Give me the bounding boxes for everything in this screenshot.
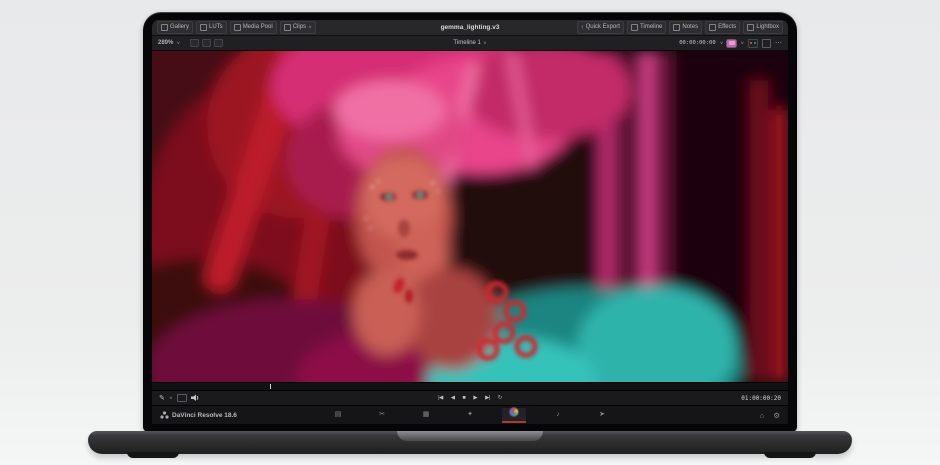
media-page-icon: ▤ [335,411,342,418]
image-wipe-icon[interactable] [727,40,736,47]
quick-export-button[interactable]: ↑ Quick Export [577,21,624,34]
media-pool-label: Media Pool [243,22,273,33]
fairlight-page-tab[interactable]: ♪ [553,407,563,423]
gallery-label: Gallery [170,22,189,33]
timeline-button[interactable]: Timeline [627,21,666,34]
effects-icon [709,24,716,31]
timeline-name: Timeline 1 [453,40,480,46]
timeline-icon [631,24,638,31]
app-version: DaVinci Resolve 18.6 [172,412,237,419]
edit-page-tab[interactable]: ▦ [421,407,431,423]
pen-tool-icon[interactable]: ✎ [159,394,165,402]
speaker-icon[interactable] [191,394,200,402]
chevron-down-icon: ∨ [483,41,487,45]
chevron-down-icon: ∨ [740,41,744,45]
photo-portrait [152,51,788,382]
color-page-tab[interactable] [509,407,519,423]
system-buttons: ⌂ ⚙ [760,411,780,420]
viewer-right-tools: 00:00:00:00 ∨ ∨ ⋯ [679,39,782,48]
gallery-button[interactable]: Gallery [157,21,193,34]
page-tabs: ▤ ✂ ▦ ✦ ♪ [333,407,607,423]
effects-label: Effects [718,22,736,33]
davinci-logo-icon [160,411,169,419]
lightbox-label: Lightbox [756,22,779,33]
split-screen-icon[interactable] [748,39,758,48]
chevron-down-icon: ∨ [176,41,180,45]
gear-icon[interactable]: ⚙ [773,411,780,420]
chevron-down-icon: ∨ [720,41,724,45]
clips-icon [284,24,291,31]
cut-page-icon: ✂ [379,411,385,418]
deliver-page-icon: ➤ [599,411,605,418]
fusion-page-icon: ✦ [467,411,473,418]
viewer-scrub-bar[interactable] [152,382,788,390]
chevron-down-icon: ∨ [308,26,312,30]
notes-button[interactable]: Notes [669,21,702,34]
luts-icon [200,24,207,31]
color-page-icon [510,408,518,416]
step-back-button[interactable]: ◀ [451,395,455,401]
media-pool-button[interactable]: Media Pool [230,21,277,34]
top-toolbar: Gallery LUTs Media Pool Clips ∨ gemma_li… [152,20,788,36]
fairlight-page-icon: ♪ [556,411,560,418]
edit-page-icon: ▦ [423,411,430,418]
active-page-underline [502,421,526,423]
gallery-icon [161,24,168,31]
effects-button[interactable]: Effects [705,21,740,34]
clips-button[interactable]: Clips ∨ [280,21,316,34]
viewer-annotation-tools: ✎ ∨ [159,394,200,402]
notes-label: Notes [682,22,698,33]
more-options-icon[interactable]: ⋯ [775,40,782,47]
desktop-background: Gallery LUTs Media Pool Clips ∨ gemma_li… [0,0,940,465]
go-to-end-button[interactable]: ▶| [485,395,490,401]
viewer-option-icon-3[interactable] [214,39,223,47]
viewer-left-tools: 289% ∨ [158,39,223,47]
luts-button[interactable]: LUTs [196,21,227,34]
lightbox-icon [747,24,754,31]
play-button[interactable]: ▶ [473,395,477,401]
transport-bar: ✎ ∨ |◀ ◀ ■ ▶ ▶| ↻ 01:00:00:20 [152,390,788,405]
project-title: gemma_lighting.v3 [441,20,500,35]
toolbar-right-group: ↑ Quick Export Timeline Notes Effects [577,21,783,34]
quick-export-label: Quick Export [586,22,620,33]
media-page-tab[interactable]: ▤ [333,407,343,423]
lid-notch-cutout [397,431,543,441]
laptop-foot-left [127,452,179,458]
stop-button[interactable]: ■ [463,395,466,401]
notes-icon [673,24,680,31]
viewer-toolbar: 289% ∨ Timeline 1 ∨ 00:00:00:00 ∨ ∨ ⋯ [152,36,788,51]
davinci-resolve-window: Gallery LUTs Media Pool Clips ∨ gemma_li… [152,20,788,424]
transport-controls: |◀ ◀ ■ ▶ ▶| ↻ [438,395,502,401]
chevron-down-icon: ∨ [169,396,173,400]
compare-icon[interactable] [177,394,187,402]
share-icon: ↑ [581,25,584,31]
laptop-foot-right [764,452,816,458]
viewer-option-icon-2[interactable] [202,39,211,47]
playhead-timecode: 01:00:00:20 [741,395,781,402]
timeline-selector[interactable]: Timeline 1 ∨ [453,40,486,46]
media-pool-icon [234,24,241,31]
home-icon[interactable]: ⌂ [760,411,765,420]
playhead-marker[interactable] [270,384,272,389]
luts-label: LUTs [209,22,223,33]
zoom-level-dropdown[interactable]: 289% [158,40,173,46]
cut-page-tab[interactable]: ✂ [377,407,387,423]
app-brand: DaVinci Resolve 18.6 [160,411,237,419]
loop-button[interactable]: ↻ [498,395,502,401]
viewer-image [152,51,788,382]
fusion-page-tab[interactable]: ✦ [465,407,475,423]
clips-label: Clips [293,22,306,33]
timeline-label: Timeline [640,22,662,33]
page-navigation-bar: DaVinci Resolve 18.6 ▤ ✂ ▦ ✦ [152,405,788,424]
deliver-page-tab[interactable]: ➤ [597,407,607,423]
viewer-option-icon-1[interactable] [190,39,199,47]
expand-icon[interactable] [762,39,771,48]
toolbar-left-group: Gallery LUTs Media Pool Clips ∨ [157,21,316,34]
lightbox-button[interactable]: Lightbox [743,21,783,34]
viewer-timecode: 00:00:00:00 [679,40,715,46]
go-to-start-button[interactable]: |◀ [438,395,443,401]
